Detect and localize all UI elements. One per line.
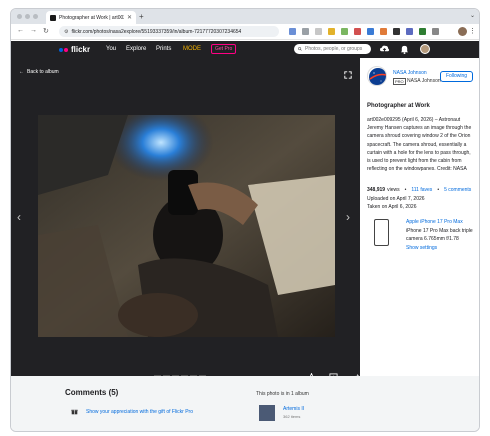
extensions-bar	[289, 28, 439, 35]
photo-stage: ← Back to album ‹ ›	[11, 58, 382, 382]
back-icon[interactable]: ←	[17, 27, 24, 34]
browser-menu-icon[interactable]: ⋮	[469, 27, 476, 35]
address-bar[interactable]: ⚙ flickr.com/photos/nasa2explore/5519333…	[59, 26, 279, 37]
flickr-favicon-icon	[50, 14, 56, 21]
logo-blue-dot	[59, 47, 63, 52]
logo-text: flickr	[71, 45, 91, 54]
browser-toolbar: ← → ↻ ⚙ flickr.com/photos/nasa2explore/5…	[11, 24, 479, 40]
gift-pro-link[interactable]: Show your appreciation with the gift of …	[86, 409, 193, 415]
window-controls[interactable]	[17, 14, 38, 19]
extension-icon[interactable]	[406, 28, 413, 35]
camera-detail: iPhone 17 Pro Max back triple	[406, 228, 473, 234]
bookmark-icon[interactable]	[315, 28, 322, 35]
album-name-link[interactable]: Artemis II	[283, 406, 304, 412]
notifications-icon[interactable]	[400, 45, 409, 54]
show-settings-link[interactable]: Show settings	[406, 245, 437, 251]
extension-icon[interactable]	[328, 28, 335, 35]
taken-date[interactable]: Taken on April 6, 2026	[367, 204, 416, 210]
browser-tab[interactable]: Photographer at Work | art002e ✕	[46, 11, 136, 24]
search-input[interactable]	[305, 46, 367, 52]
zoom-icon[interactable]	[302, 28, 309, 35]
nav-explore[interactable]: Explore	[126, 46, 146, 52]
extension-icon[interactable]	[354, 28, 361, 35]
reload-icon[interactable]: ↻	[43, 27, 49, 35]
following-button[interactable]: Following	[440, 71, 473, 82]
main-photo[interactable]	[38, 115, 335, 337]
search-box[interactable]	[294, 44, 371, 54]
puzzle-icon[interactable]	[432, 28, 439, 35]
extension-icon[interactable]	[393, 28, 400, 35]
url-text[interactable]: flickr.com/photos/nasa2explore/551933373…	[71, 29, 241, 35]
faves-link[interactable]: 111 faves	[411, 187, 432, 193]
photo-footer: Comments (5) Show your appreciation with…	[11, 376, 479, 431]
site-info-icon[interactable]: ⚙	[64, 29, 68, 35]
photo-description: art002e009295 (April 6, 2026) – Astronau…	[367, 117, 472, 173]
logo-pink-dot	[64, 47, 68, 52]
nav-mode[interactable]: MODE	[183, 46, 201, 52]
translate-icon[interactable]	[289, 28, 296, 35]
back-arrow-icon: ←	[19, 69, 24, 75]
nasa-meatball-icon	[369, 68, 386, 85]
profile-avatar[interactable]	[458, 27, 467, 36]
uploaded-date: Uploaded on April 7, 2026	[367, 196, 425, 202]
previous-photo-icon[interactable]: ‹	[17, 210, 21, 224]
search-icon	[298, 47, 302, 51]
browser-window: Photographer at Work | art002e ✕ + ⌄ ← →…	[10, 8, 480, 432]
nasa-logo-avatar[interactable]	[367, 66, 387, 86]
owner-subtitle: NASA Johnson	[407, 78, 441, 84]
photo-title: Photographer at Work	[367, 103, 430, 109]
nav-prints[interactable]: Prints	[156, 46, 171, 52]
user-avatar[interactable]	[420, 44, 430, 54]
photo-info-panel: NASA Johnson PRO NASA Johnson Following …	[360, 58, 479, 376]
extension-icon[interactable]	[419, 28, 426, 35]
flickr-logo[interactable]: flickr	[59, 45, 90, 54]
extension-icon[interactable]	[341, 28, 348, 35]
phone-camera-icon	[374, 219, 389, 246]
flickr-header: flickr You Explore Prints MODE Get Pro	[11, 41, 479, 58]
nav-you[interactable]: You	[106, 46, 116, 52]
albums-heading: This photo is in 1 album	[256, 391, 309, 397]
get-pro-button[interactable]: Get Pro	[211, 44, 237, 54]
camera-name-link[interactable]: Apple iPhone 17 Pro Max	[406, 219, 463, 225]
extension-icon[interactable]	[367, 28, 374, 35]
next-photo-icon[interactable]: ›	[346, 210, 350, 224]
extension-icon[interactable]	[380, 28, 387, 35]
comments-heading: Comments (5)	[65, 388, 119, 397]
close-tab-icon[interactable]: ✕	[127, 14, 132, 21]
album-item-count: 362 items	[283, 414, 301, 419]
tab-search-icon[interactable]: ⌄	[470, 12, 475, 19]
gift-icon	[71, 409, 78, 415]
camera-lens: camera 6.765mm f/1.78	[406, 236, 459, 242]
owner-name[interactable]: NASA Johnson	[393, 70, 427, 76]
tab-title: Photographer at Work | art002e	[59, 14, 124, 21]
back-to-album-link[interactable]: ← Back to album	[19, 69, 59, 75]
new-tab-icon[interactable]: +	[139, 12, 144, 21]
views-label: views	[387, 187, 400, 193]
upload-icon[interactable]	[380, 45, 389, 54]
album-thumbnail[interactable]	[259, 405, 275, 421]
views-count: 348,919	[367, 187, 386, 193]
tab-strip: Photographer at Work | art002e ✕ + ⌄	[11, 9, 479, 24]
photo-stats: 348,919 views • 111 faves • 5 comments	[367, 187, 472, 193]
pro-badge: PRO	[393, 78, 406, 85]
fullscreen-icon[interactable]	[344, 71, 352, 79]
forward-icon[interactable]: →	[30, 27, 37, 34]
back-to-album-label: Back to album	[27, 69, 59, 75]
astronaut-photo-image	[38, 115, 335, 337]
comments-link[interactable]: 5 comments	[444, 187, 471, 193]
